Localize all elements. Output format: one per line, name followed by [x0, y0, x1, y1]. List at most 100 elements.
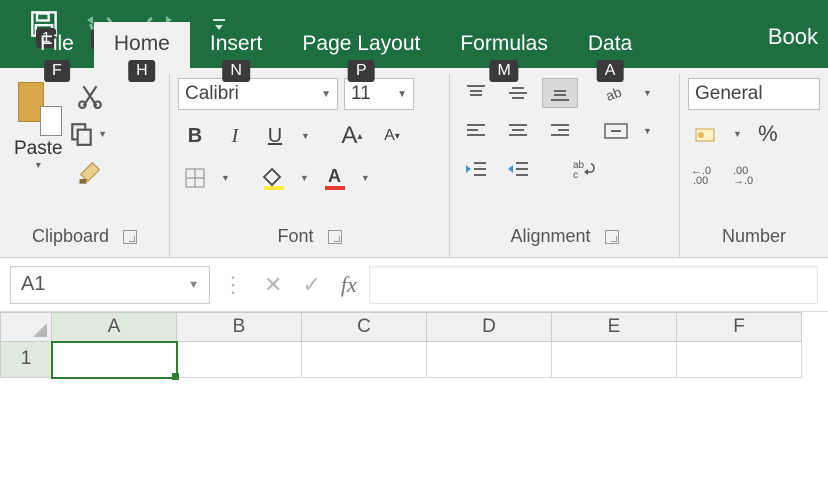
title-bar: 1 2 3 Book File F Home H Insert N Page L…	[0, 0, 828, 68]
font-size-value: 11	[351, 83, 371, 105]
bold-button[interactable]: B	[178, 120, 212, 152]
percent-button[interactable]: %	[751, 118, 785, 150]
borders-dropdown[interactable]: ▼	[218, 173, 233, 183]
group-font: Calibri▼ 11▼ B I U ▼ A▴ A▾ ▼	[170, 74, 450, 257]
cancel-icon[interactable]: ✕	[264, 272, 282, 298]
paste-dropdown-icon[interactable]: ▼	[14, 160, 63, 170]
cell-B1[interactable]	[177, 342, 302, 378]
alignment-dialog-launcher[interactable]	[605, 230, 619, 244]
tab-data[interactable]: Data A	[568, 22, 652, 68]
align-center-button[interactable]	[500, 116, 536, 146]
tab-formulas[interactable]: Formulas M	[440, 22, 568, 68]
italic-button[interactable]: I	[218, 120, 252, 152]
formula-input[interactable]	[369, 266, 818, 304]
tab-home[interactable]: Home H	[94, 22, 190, 68]
svg-text:.00: .00	[693, 175, 708, 187]
fill-color-button[interactable]	[257, 162, 291, 194]
keytip-file: F	[44, 60, 70, 82]
group-number: General ▼ % ←.0.00 .00→.0 Number	[680, 74, 828, 257]
keytip-data: A	[597, 60, 624, 82]
font-color-dropdown[interactable]: ▼	[358, 173, 373, 183]
font-family-value: Calibri	[185, 83, 239, 105]
merge-center-button[interactable]	[598, 116, 634, 146]
name-box-value: A1	[21, 273, 45, 296]
underline-button[interactable]: U	[258, 120, 292, 152]
tab-insert[interactable]: Insert N	[190, 22, 283, 68]
col-header-C[interactable]: C	[302, 312, 427, 342]
keytip-insert: N	[222, 60, 250, 82]
font-dialog-launcher[interactable]	[328, 230, 342, 244]
paste-button[interactable]: Paste ▼	[8, 78, 69, 186]
svg-text:→.0: →.0	[733, 175, 753, 187]
col-header-A[interactable]: A	[52, 312, 177, 342]
clipboard-dialog-launcher[interactable]	[123, 230, 137, 244]
shrink-font-button[interactable]: A▾	[375, 120, 409, 152]
cell-F1[interactable]	[677, 342, 802, 378]
tab-page-layout[interactable]: Page Layout P	[282, 22, 440, 68]
group-alignment: ab ▼ ▼ abc Alignment	[450, 74, 680, 257]
format-painter-button[interactable]	[75, 158, 105, 186]
number-group-label: Number	[722, 226, 786, 247]
name-box[interactable]: A1 ▼	[10, 266, 210, 304]
borders-button[interactable]	[178, 162, 212, 194]
merge-dropdown[interactable]: ▼	[640, 126, 655, 136]
svg-text:A: A	[328, 166, 341, 186]
clipboard-group-label: Clipboard	[32, 226, 109, 247]
cut-button[interactable]	[75, 82, 105, 110]
decrease-decimal-button[interactable]: .00→.0	[730, 158, 766, 188]
font-group-label: Font	[277, 226, 313, 247]
group-clipboard: Paste ▼ ▼ Clipboard	[0, 74, 170, 257]
svg-text:c: c	[573, 170, 578, 181]
cell-D1[interactable]	[427, 342, 552, 378]
col-header-B[interactable]: B	[177, 312, 302, 342]
increase-indent-button[interactable]	[500, 154, 536, 184]
align-middle-button[interactable]	[500, 78, 536, 108]
tab-home-label: Home	[114, 32, 170, 55]
copy-button[interactable]: ▼	[75, 120, 105, 148]
keytip-formulas: M	[489, 60, 518, 82]
accounting-dropdown[interactable]: ▼	[730, 129, 745, 139]
align-left-button[interactable]	[458, 116, 494, 146]
select-all-corner[interactable]	[0, 312, 52, 342]
svg-text:ab: ab	[604, 84, 624, 104]
ribbon: Paste ▼ ▼ Clipboard	[0, 68, 828, 258]
accounting-format-button[interactable]	[688, 119, 724, 149]
col-header-E[interactable]: E	[552, 312, 677, 342]
align-bottom-button[interactable]	[542, 78, 578, 108]
wrap-text-button[interactable]: abc	[566, 154, 602, 184]
tab-file-label: File	[40, 32, 74, 55]
font-color-button[interactable]: A	[318, 162, 352, 194]
orientation-button[interactable]: ab	[598, 78, 634, 108]
align-top-button[interactable]	[458, 78, 494, 108]
font-size-select[interactable]: 11▼	[344, 78, 414, 110]
tab-formulas-label: Formulas	[460, 32, 548, 55]
cell-A1[interactable]	[52, 342, 177, 378]
keytip-layout: P	[348, 60, 375, 82]
spreadsheet-grid: A B C D E F 1	[0, 312, 828, 378]
alignment-group-label: Alignment	[510, 226, 590, 247]
fx-icon[interactable]: fx	[341, 272, 357, 298]
tab-file[interactable]: File F	[20, 22, 94, 68]
decrease-indent-button[interactable]	[458, 154, 494, 184]
font-family-select[interactable]: Calibri▼	[178, 78, 338, 110]
orientation-dropdown[interactable]: ▼	[640, 88, 655, 98]
grow-font-button[interactable]: A▴	[335, 120, 369, 152]
cell-E1[interactable]	[552, 342, 677, 378]
increase-decimal-button[interactable]: ←.0.00	[688, 158, 724, 188]
tab-data-label: Data	[588, 32, 632, 55]
tab-insert-label: Insert	[210, 32, 263, 55]
fill-color-dropdown[interactable]: ▼	[297, 173, 312, 183]
keytip-home: H	[128, 60, 156, 82]
formula-bar: A1 ▼ ⋮ ✕ ✓ fx	[0, 258, 828, 312]
enter-icon[interactable]: ✓	[302, 272, 320, 298]
cell-C1[interactable]	[302, 342, 427, 378]
row-header-1[interactable]: 1	[0, 342, 52, 378]
number-format-value: General	[695, 83, 763, 105]
number-format-select[interactable]: General	[688, 78, 820, 110]
underline-dropdown[interactable]: ▼	[298, 131, 313, 141]
tab-layout-label: Page Layout	[302, 32, 420, 55]
col-header-D[interactable]: D	[427, 312, 552, 342]
align-right-button[interactable]	[542, 116, 578, 146]
col-header-F[interactable]: F	[677, 312, 802, 342]
dots-icon: ⋮	[222, 272, 244, 298]
